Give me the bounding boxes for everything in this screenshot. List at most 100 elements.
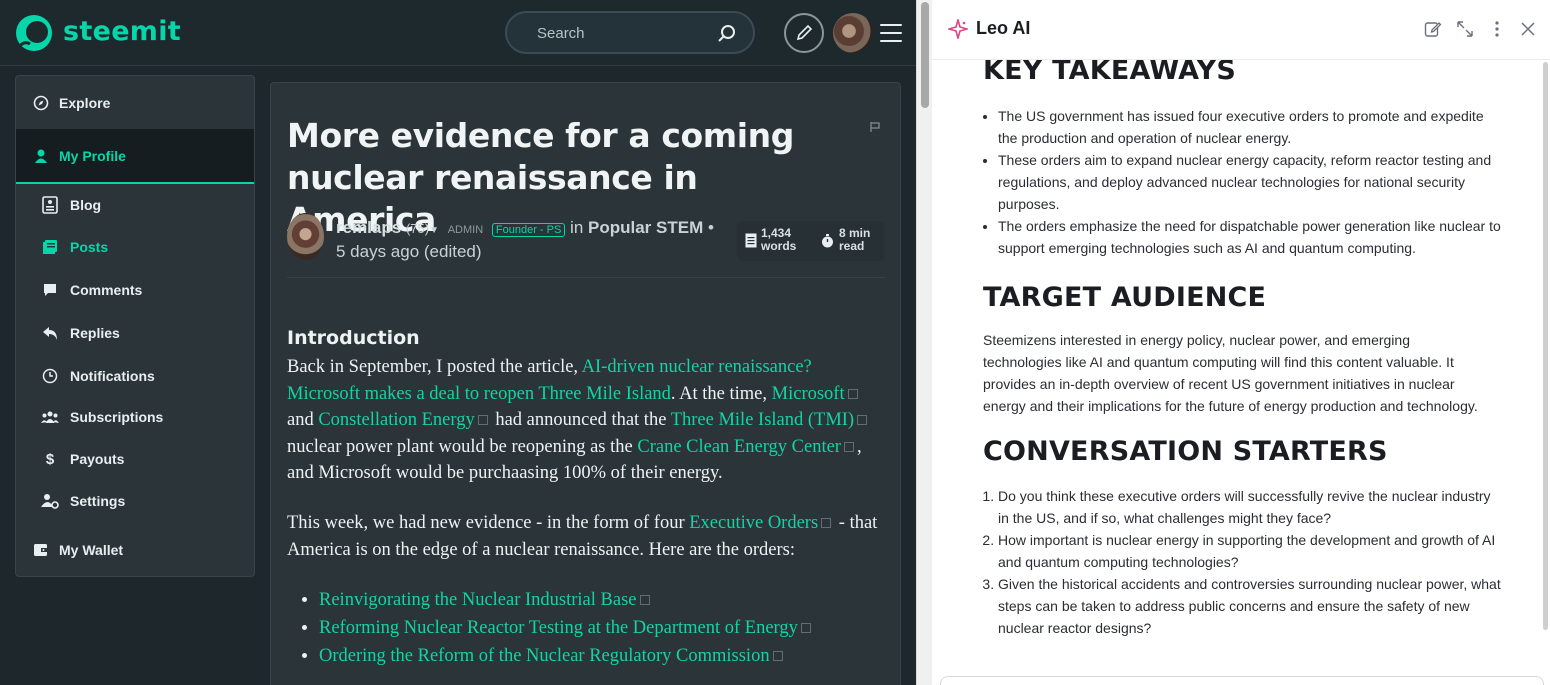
- author-name[interactable]: remlaps: [336, 218, 401, 237]
- founder-badge: Founder - PS: [491, 223, 566, 237]
- sidebar-item-label: Subscriptions: [70, 409, 164, 425]
- reply-icon: [43, 327, 57, 340]
- crane-link[interactable]: Crane Clean Energy Center: [637, 437, 841, 457]
- external-link-icon: [843, 441, 854, 452]
- conversation-starter[interactable]: How important is nuclear energy in suppo…: [998, 529, 1503, 573]
- text: Back in September, I posted the article,: [287, 357, 582, 377]
- microsoft-link[interactable]: Microsoft: [772, 384, 845, 404]
- sidebar-item-explore[interactable]: Explore: [16, 84, 254, 122]
- people-icon: [41, 411, 59, 423]
- sidebar-item-label: Replies: [70, 325, 120, 341]
- list-item: The orders emphasize the need for dispat…: [998, 215, 1503, 259]
- sidebar-item-comments[interactable]: Comments: [16, 271, 254, 309]
- list-item: Reinvigorating the Nuclear Industrial Ba…: [319, 586, 887, 614]
- expand-icon[interactable]: [1456, 20, 1474, 38]
- compass-icon: [33, 95, 49, 111]
- person-icon: [35, 149, 47, 163]
- clock-icon: [42, 368, 58, 384]
- conversation-starters-heading: CONVERSATION STARTERS: [983, 436, 1388, 467]
- sidebar-item-label: Comments: [70, 282, 143, 298]
- blog-icon: [42, 196, 58, 214]
- search-box[interactable]: Search: [505, 11, 755, 54]
- sidebar-item-my-wallet[interactable]: My Wallet: [16, 531, 254, 569]
- text: This week, we had new evidence - in the …: [287, 512, 690, 533]
- caret-down-icon[interactable]: ▼: [429, 225, 439, 236]
- profile-sidebar: Explore My Profile Blog Posts Comments R…: [15, 75, 255, 577]
- search-input[interactable]: Search: [537, 25, 585, 42]
- tmi-link[interactable]: Three Mile Island (TMI): [671, 410, 854, 430]
- sidebar-item-label: My Profile: [59, 147, 126, 164]
- sidebar-item-label: Settings: [70, 493, 126, 509]
- leo-ai-panel: KEY TAKEAWAYS The US government has issu…: [932, 0, 1550, 685]
- external-link-icon: [857, 415, 868, 426]
- pencil-icon: [796, 24, 813, 41]
- paragraph-1: Back in September, I posted the article,…: [287, 354, 887, 487]
- posts-icon: [43, 240, 57, 254]
- leo-title: Leo AI: [976, 18, 1031, 38]
- header-divider: [287, 277, 885, 278]
- target-audience-text: Steemizens interested in energy policy, …: [983, 332, 1478, 414]
- search-icon[interactable]: [717, 24, 737, 44]
- sidebar-item-blog[interactable]: Blog: [16, 186, 254, 224]
- community-link[interactable]: Popular STEM: [588, 218, 703, 237]
- author-reputation: (75): [405, 221, 430, 236]
- sidebar-item-my-profile[interactable]: My Profile: [16, 129, 254, 184]
- page-scrollbar[interactable]: [916, 0, 932, 685]
- sidebar-item-replies[interactable]: Replies: [16, 314, 254, 352]
- sidebar-item-posts[interactable]: Posts: [16, 228, 254, 266]
- sparkle-icon: [948, 19, 968, 39]
- flag-icon[interactable]: [869, 121, 881, 133]
- author-avatar[interactable]: [287, 213, 324, 260]
- new-chat-icon[interactable]: [1424, 20, 1442, 38]
- conversation-starters-list: Do you think these executive orders will…: [983, 485, 1503, 639]
- list-item: Ordering the Reform of the Nuclear Regul…: [319, 642, 887, 670]
- conversation-starter[interactable]: Given the historical accidents and contr…: [998, 573, 1503, 639]
- write-post-button[interactable]: [784, 13, 824, 53]
- sidebar-item-label: My Wallet: [59, 542, 124, 558]
- wallet-icon: [34, 544, 48, 556]
- sidebar-item-settings[interactable]: Settings: [16, 482, 254, 520]
- external-link-icon: [477, 415, 488, 426]
- sidebar-item-subscriptions[interactable]: Subscriptions: [16, 398, 254, 436]
- leo-header: Leo AI: [932, 0, 1550, 60]
- order-link[interactable]: Reinvigorating the Nuclear Industrial Ba…: [319, 590, 637, 610]
- executive-orders-link[interactable]: Executive Orders: [689, 513, 818, 533]
- sidebar-item-label: Blog: [70, 197, 102, 213]
- comment-icon: [44, 284, 56, 296]
- admin-role: ADMIN: [447, 224, 484, 236]
- read-time-label: read: [839, 239, 865, 253]
- leo-scrollbar[interactable]: [1543, 62, 1548, 630]
- external-link-icon: [821, 517, 832, 528]
- sidebar-item-label: Posts: [70, 239, 109, 255]
- external-link-icon: [639, 595, 650, 606]
- author-line: remlaps (75)▼ ADMIN Founder - PS in Popu…: [336, 217, 726, 262]
- close-icon[interactable]: [1520, 20, 1536, 38]
- text: and: [287, 410, 319, 431]
- sidebar-item-payouts[interactable]: $ Payouts: [16, 440, 254, 478]
- hamburger-menu-icon[interactable]: [880, 24, 902, 42]
- leo-chat-input[interactable]: [940, 676, 1544, 685]
- text: . At the time,: [670, 383, 772, 404]
- post-stats: 1,434 words 8 min read: [737, 221, 885, 261]
- steemit-logo-icon[interactable]: [14, 14, 54, 52]
- orders-list: Reinvigorating the Nuclear Industrial Ba…: [287, 586, 887, 670]
- sidebar-item-label: Explore: [59, 95, 111, 111]
- key-takeaways-list: The US government has issued four execut…: [983, 105, 1503, 259]
- order-link[interactable]: Reforming Nuclear Reactor Testing at the…: [319, 618, 798, 638]
- external-link-icon: [772, 651, 783, 662]
- scrollbar-thumb[interactable]: [921, 2, 929, 108]
- more-options-icon[interactable]: [1491, 20, 1503, 38]
- intro-heading: Introduction: [287, 327, 420, 349]
- stopwatch-icon: [822, 234, 833, 248]
- constellation-link[interactable]: Constellation Energy: [318, 410, 474, 430]
- sidebar-item-notifications[interactable]: Notifications: [16, 357, 254, 395]
- list-item: Reforming Nuclear Reactor Testing at the…: [319, 614, 887, 642]
- word-count-label: words: [761, 239, 797, 253]
- target-audience-heading: TARGET AUDIENCE: [983, 282, 1267, 313]
- brand-name[interactable]: steemit: [63, 16, 181, 47]
- user-avatar[interactable]: [833, 13, 873, 53]
- steemit-pane: steemit Search Explore My Profile Blog P…: [0, 0, 916, 685]
- list-item: The US government has issued four execut…: [998, 105, 1503, 149]
- order-link[interactable]: Ordering the Reform of the Nuclear Regul…: [319, 646, 770, 666]
- conversation-starter[interactable]: Do you think these executive orders will…: [998, 485, 1503, 529]
